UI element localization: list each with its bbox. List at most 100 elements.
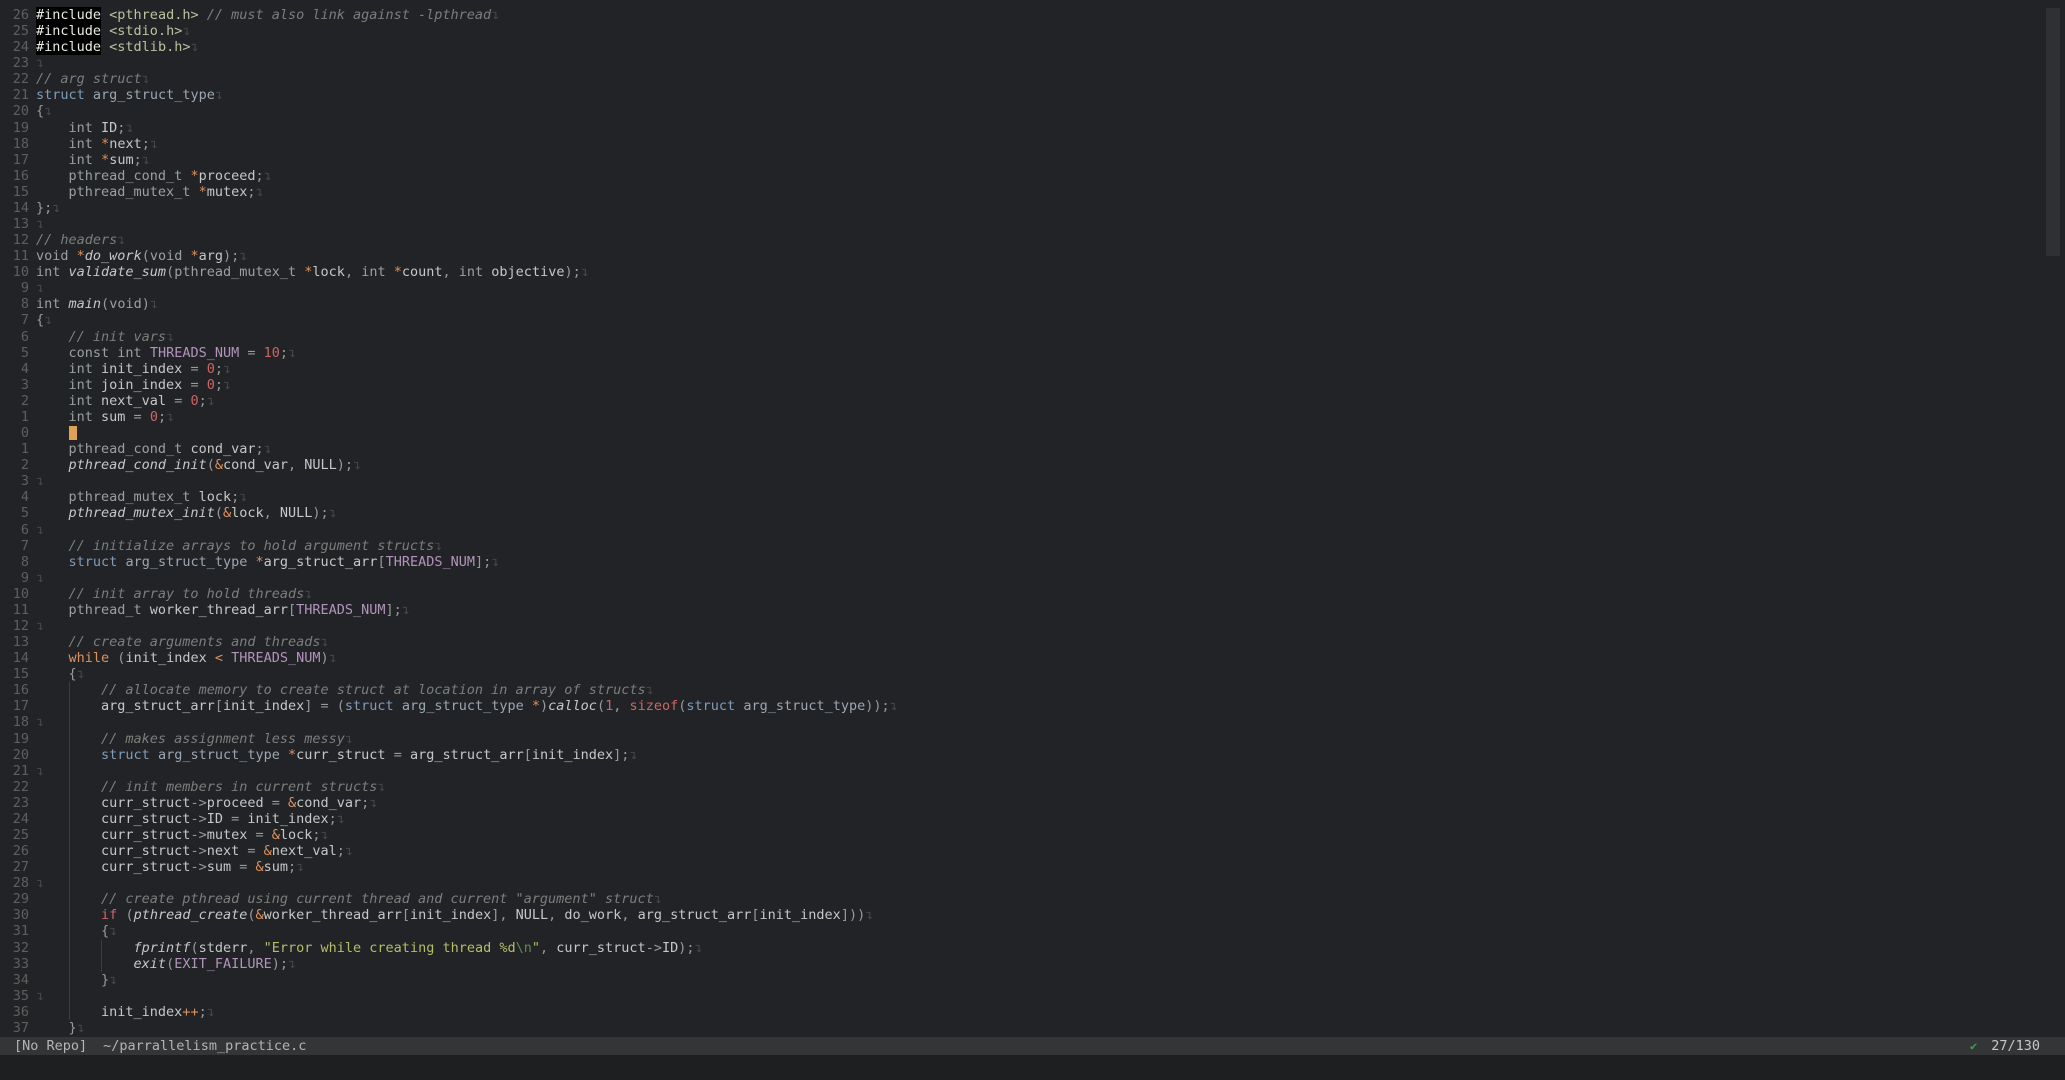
code-token: * [199,184,207,200]
code-token: ; [337,843,345,859]
code-token [36,956,134,972]
code-token: -> [646,940,662,956]
code-token: [ [288,602,296,618]
code-text: curr_struct->next = &next_val;↴ [36,843,353,859]
code-text: int sum = 0;↴ [36,409,174,425]
code-token: NULL [280,505,313,521]
code-line: 4 pthread_mutex_t lock;↴ [0,489,2065,505]
code-token [36,345,69,361]
code-token [190,184,198,200]
code-token: curr_struct [36,827,190,843]
code-text: }↴ [36,972,117,988]
code-token [36,731,101,747]
code-token: pthread_t [69,602,142,618]
code-token: [ [402,907,410,923]
code-token [394,698,402,714]
eol-icon: ↴ [288,345,296,361]
code-token: THREADS_NUM [296,602,385,618]
code-line: 19 int ID;↴ [0,120,2065,136]
code-token: pthread_mutex_t [174,264,296,280]
code-line: 8 struct arg_struct_type *arg_struct_arr… [0,554,2065,570]
code-token: exit [134,956,167,972]
eol-icon: ↴ [345,843,353,859]
line-number: 1 [0,441,29,457]
code-token: )); [865,698,889,714]
line-number: 3 [0,473,29,489]
code-token: ; [215,377,223,393]
code-token: { [36,103,44,119]
code-line: 3↴ [0,473,2065,489]
code-line: 33 exit(EXIT_FAILURE);↴ [0,956,2065,972]
line-number: 19 [0,120,29,136]
code-text: int next_val = 0;↴ [36,393,215,409]
code-token: NULL [304,457,337,473]
code-token: ); [564,264,580,280]
code-text: #include <stdlib.h>↴ [36,39,199,55]
code-token: = [247,827,271,843]
code-token: int [69,136,93,152]
scrollbar-thumb[interactable] [2046,8,2060,256]
code-text: struct arg_struct_type↴ [36,87,223,103]
code-line: 14 while (init_index < THREADS_NUM)↴ [0,650,2065,666]
code-token: ( [207,457,215,473]
code-token: ) [321,650,329,666]
code-token: { [101,923,109,939]
code-token: & [255,859,263,875]
code-token [36,554,69,570]
code-line: 28↴ [0,875,2065,891]
eol-icon: ↴ [36,988,44,1004]
code-token [36,634,69,650]
code-token: // initialize arrays to hold argument st… [69,538,435,554]
code-token: "Error while creating thread %d [264,940,516,956]
eol-icon: ↴ [117,232,125,248]
code-token: lock [190,489,231,505]
code-token: = [182,361,206,377]
line-number: 7 [0,312,29,328]
code-line: 8int main(void)↴ [0,296,2065,312]
code-token: next [207,843,240,859]
code-line: 10 // init array to hold threads↴ [0,586,2065,602]
eol-icon: ↴ [345,731,353,747]
code-text: int ID;↴ [36,120,134,136]
eol-icon: ↴ [150,296,158,312]
code-token: < [215,650,223,666]
line-number: 8 [0,296,29,312]
code-token [36,747,101,763]
line-number: 10 [0,264,29,280]
eol-icon: ↴ [36,216,44,232]
line-number: 22 [0,779,29,795]
code-token [36,682,101,698]
eol-icon: ↴ [142,152,150,168]
code-token [36,184,69,200]
eol-icon: ↴ [166,409,174,425]
line-number: 21 [0,87,29,103]
code-token: struct [36,87,85,103]
code-line: 14};↴ [0,200,2065,216]
code-token [199,7,207,23]
code-line: 21 struct arg_struct_type↴ [0,87,2065,103]
code-token: -> [190,811,206,827]
code-token [36,457,69,473]
line-number: 16 [0,168,29,184]
eol-icon: ↴ [369,795,377,811]
code-token: cond_var [296,795,361,811]
code-token: , [264,505,280,521]
code-token: arg_struct_arr [638,907,752,923]
code-line: 36 init_index++;↴ [0,1004,2065,1020]
code-area[interactable]: 26#include <pthread.h> // must also link… [0,0,2065,1037]
line-number: 31 [0,923,29,939]
code-token: curr_struct [36,843,190,859]
line-number: 13 [0,216,29,232]
code-token [101,39,109,55]
command-line-area [0,1055,2065,1080]
code-token [36,377,69,393]
code-token: ; [231,489,239,505]
code-token: do_work [564,907,621,923]
code-token: init_index [223,698,304,714]
line-number: 11 [0,602,29,618]
code-text: pthread_t worker_thread_arr[THREADS_NUM]… [36,602,410,618]
code-token: pthread_mutex_init [69,505,215,521]
code-line: 21↴ [0,763,2065,779]
line-number: 2 [0,457,29,473]
code-token: #include [36,23,101,39]
